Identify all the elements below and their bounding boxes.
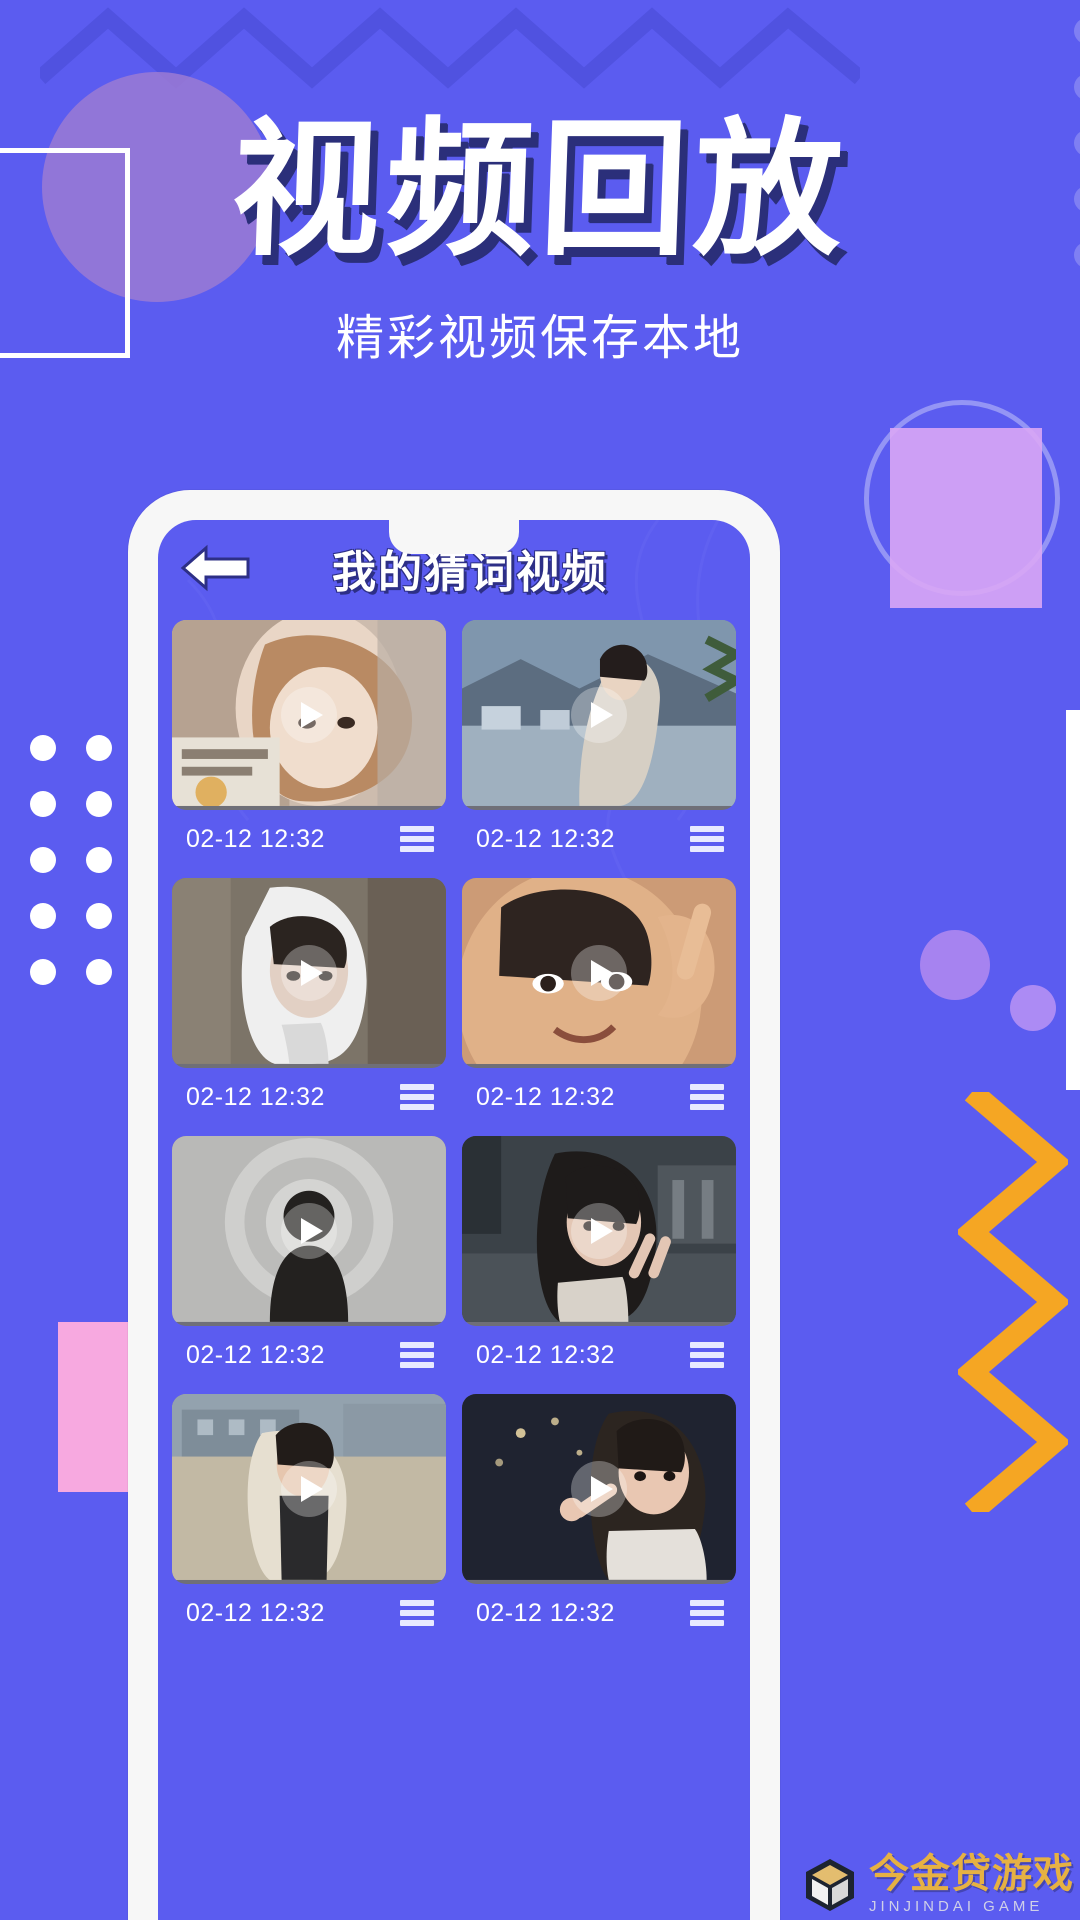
video-card[interactable]: 02-12 12:32	[462, 1136, 736, 1384]
watermark: 今金贷游戏 JINJINDAI GAME	[801, 1854, 1074, 1914]
cube-logo-icon	[806, 1859, 854, 1911]
play-icon	[300, 1218, 323, 1244]
video-meta: 02-12 12:32	[172, 1326, 446, 1384]
play-button[interactable]	[571, 1203, 627, 1259]
purple-blob-small-decoration	[1010, 985, 1056, 1031]
watermark-subtitle: JINJINDAI GAME	[869, 1898, 1044, 1915]
video-date: 02-12 12:32	[186, 1598, 325, 1627]
hamburger-menu-icon[interactable]	[400, 1084, 434, 1110]
video-meta: 02-12 12:32	[172, 810, 446, 868]
play-icon	[590, 1476, 613, 1502]
play-icon	[300, 960, 323, 986]
phone-mockup: 我的猜词视频 02-12 12:32 02-12 12:32 02-12 12:…	[128, 490, 780, 1920]
video-meta: 02-12 12:32	[462, 810, 736, 868]
video-card[interactable]: 02-12 12:32	[462, 620, 736, 868]
play-icon	[590, 1218, 613, 1244]
video-card[interactable]: 02-12 12:32	[172, 1394, 446, 1642]
video-card[interactable]: 02-12 12:32	[462, 878, 736, 1126]
white-bar-decoration	[1066, 710, 1080, 1090]
play-button[interactable]	[281, 1461, 337, 1517]
video-date: 02-12 12:32	[186, 824, 325, 853]
hamburger-menu-icon[interactable]	[690, 1084, 724, 1110]
play-button[interactable]	[571, 945, 627, 1001]
play-button[interactable]	[281, 945, 337, 1001]
play-icon	[590, 702, 613, 728]
video-thumbnail[interactable]	[172, 878, 446, 1068]
watermark-texts: 今金贷游戏 JINJINDAI GAME	[869, 1854, 1074, 1914]
purple-blob-decoration	[920, 930, 990, 1000]
video-date: 02-12 12:32	[476, 824, 615, 853]
play-icon	[300, 1476, 323, 1502]
video-date: 02-12 12:32	[186, 1082, 325, 1111]
video-thumbnail[interactable]	[462, 620, 736, 810]
play-button[interactable]	[571, 1461, 627, 1517]
video-date: 02-12 12:32	[476, 1082, 615, 1111]
zigzag-right-decoration	[958, 1092, 1068, 1512]
hamburger-menu-icon[interactable]	[400, 826, 434, 852]
hamburger-menu-icon[interactable]	[400, 1600, 434, 1626]
play-button[interactable]	[281, 1203, 337, 1259]
phone-notch	[389, 520, 519, 554]
video-meta: 02-12 12:32	[172, 1584, 446, 1642]
hero-section: 视频回放 精彩视频保存本地	[0, 0, 1080, 368]
video-thumbnail[interactable]	[172, 1136, 446, 1326]
video-thumbnail[interactable]	[462, 878, 736, 1068]
back-arrow-icon[interactable]	[180, 542, 252, 594]
video-date: 02-12 12:32	[186, 1340, 325, 1369]
video-thumbnail[interactable]	[462, 1136, 736, 1326]
video-card[interactable]: 02-12 12:32	[172, 620, 446, 868]
video-date: 02-12 12:32	[476, 1340, 615, 1369]
page-title: 视频回放	[228, 104, 852, 276]
play-icon	[300, 702, 323, 728]
video-thumbnail[interactable]	[172, 1394, 446, 1584]
video-thumbnail[interactable]	[462, 1394, 736, 1584]
play-button[interactable]	[571, 687, 627, 743]
video-date: 02-12 12:32	[476, 1598, 615, 1627]
video-card[interactable]: 02-12 12:32	[172, 878, 446, 1126]
watermark-title: 今金贷游戏	[869, 1852, 1074, 1896]
video-card[interactable]: 02-12 12:32	[172, 1136, 446, 1384]
video-meta: 02-12 12:32	[172, 1068, 446, 1126]
phone-screen: 我的猜词视频 02-12 12:32 02-12 12:32 02-12 12:…	[158, 520, 750, 1920]
pink-rectangle-decoration	[890, 428, 1042, 608]
hamburger-menu-icon[interactable]	[690, 826, 724, 852]
video-meta: 02-12 12:32	[462, 1326, 736, 1384]
video-meta: 02-12 12:32	[462, 1584, 736, 1642]
hamburger-menu-icon[interactable]	[690, 1342, 724, 1368]
play-button[interactable]	[281, 687, 337, 743]
video-meta: 02-12 12:32	[462, 1068, 736, 1126]
hamburger-menu-icon[interactable]	[690, 1600, 724, 1626]
video-card[interactable]: 02-12 12:32	[462, 1394, 736, 1642]
play-icon	[590, 960, 613, 986]
video-grid: 02-12 12:32 02-12 12:32 02-12 12:32 02-1…	[158, 616, 750, 1642]
page-subtitle: 精彩视频保存本地	[335, 312, 744, 365]
video-thumbnail[interactable]	[172, 620, 446, 810]
hamburger-menu-icon[interactable]	[400, 1342, 434, 1368]
